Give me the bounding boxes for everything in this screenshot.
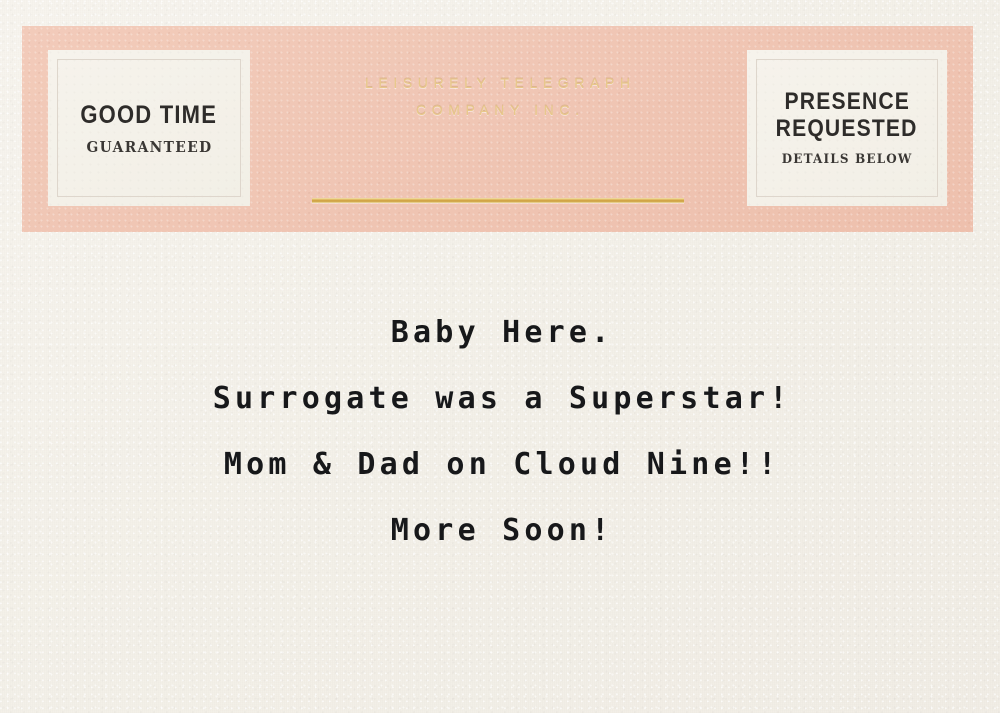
badge-right-primary-line-1: PRESENCE	[784, 88, 910, 116]
badge-left-secondary-text: GUARANTEED	[86, 137, 212, 156]
badge-good-time: GOOD TIME GUARANTEED	[48, 50, 250, 206]
badge-right-primary-line-2: REQUESTED	[776, 115, 918, 142]
masthead: LEISURELY TELEGRAPH COMPANY INC. TELEGRA…	[268, 70, 728, 204]
telegram-wordmark: TELEGRAM	[278, 123, 720, 197]
message-line-1: Baby Here.	[390, 315, 614, 350]
message-line-2: Surrogate was a Superstar!	[212, 381, 792, 416]
message-line-3: Mom & Dad on Cloud Nine!!	[223, 447, 781, 482]
message-body: Baby Here. Surrogate was a Superstar! Mo…	[0, 300, 1000, 564]
masthead-gold-rule	[311, 198, 684, 204]
masthead-eyebrow-line-1: LEISURELY TELEGRAPH	[365, 75, 636, 91]
message-line-closing: More Soon!	[390, 513, 614, 548]
masthead-eyebrow-line-2: COMPANY INC.	[416, 102, 585, 119]
badge-right-secondary-text: DETAILS BELOW	[781, 151, 913, 167]
telegram-card: GOOD TIME GUARANTEED LEISURELY TELEGRAPH…	[0, 0, 1000, 713]
badge-left-primary-text: GOOD TIME	[80, 100, 218, 129]
badge-presence-requested: PRESENCE REQUESTED DETAILS BELOW	[747, 50, 947, 206]
header-band: GOOD TIME GUARANTEED LEISURELY TELEGRAPH…	[22, 26, 973, 232]
